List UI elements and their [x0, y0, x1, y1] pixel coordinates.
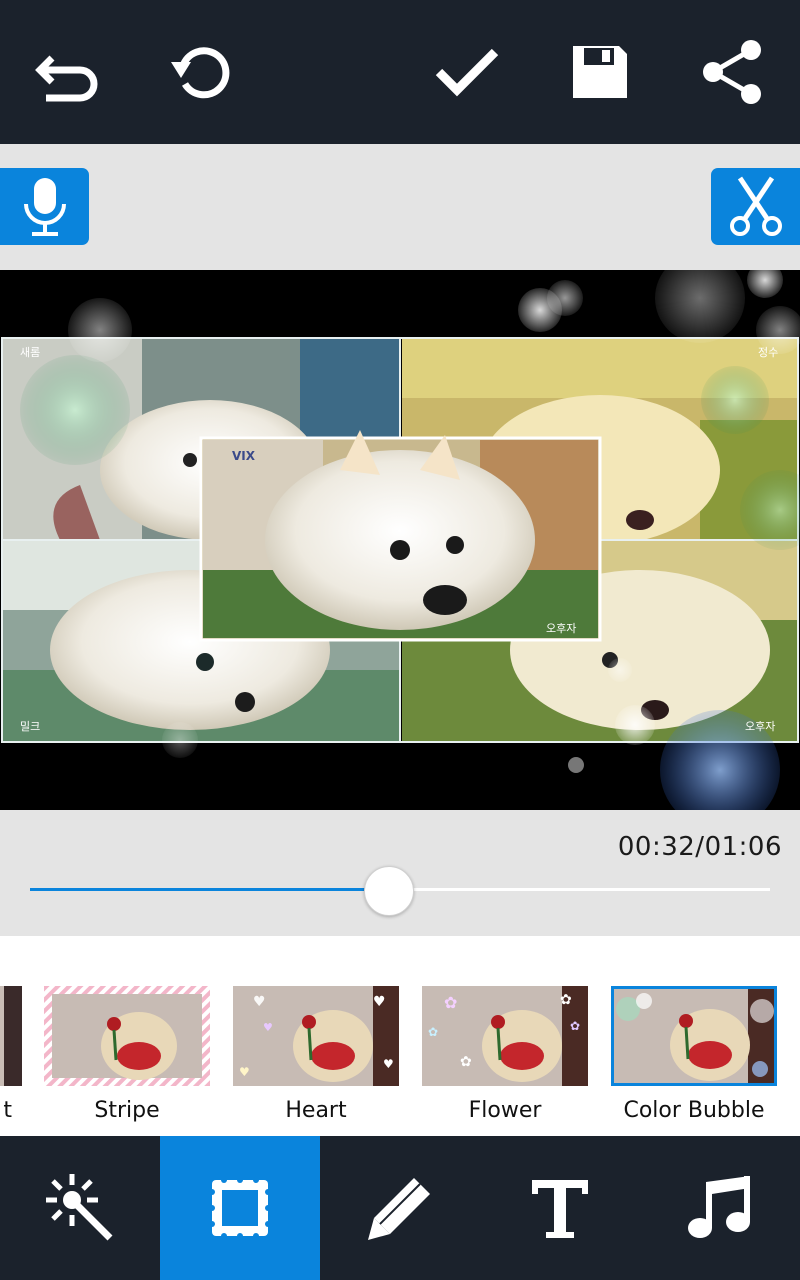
microphone-icon	[23, 177, 66, 236]
frame-thumbnail: ✿ ✿ ✿ ✿ ✿	[422, 986, 588, 1086]
save-icon	[573, 46, 627, 98]
preview-canvas: 새롬 정수 오후자 밀크 오후자 VIX	[1, 270, 800, 810]
frame-label: Flower	[468, 1098, 542, 1123]
frame-item-flower[interactable]: ✿ ✿ ✿ ✿ ✿ Flower	[422, 986, 592, 1123]
time-readout: 00:32/01:06	[617, 832, 782, 862]
tool-row	[0, 144, 800, 270]
frame-thumbnail	[44, 986, 210, 1086]
frame-label: t	[3, 1098, 12, 1123]
confirm-button[interactable]	[431, 36, 503, 108]
seek-bar-progress	[30, 888, 389, 891]
preview-center-tile	[199, 430, 602, 642]
frame-thumbnail: ♥ ♥ ♥ ♥ ♥	[233, 986, 399, 1086]
center-tile-label: 오후자	[546, 622, 576, 635]
frame-item-heart[interactable]: ♥ ♥ ♥ ♥ ♥ Heart	[233, 986, 403, 1123]
record-voice-button[interactable]	[0, 168, 89, 245]
tile-label-1: 새롬	[20, 346, 40, 359]
svg-text:♥: ♥	[253, 994, 266, 1010]
text-icon	[532, 1180, 588, 1238]
music-note-icon	[688, 1176, 750, 1238]
frame-item-0[interactable]: t	[0, 986, 26, 1123]
frame-item-color-bubble[interactable]: Color Bubble	[611, 986, 781, 1123]
bottom-nav	[0, 1136, 800, 1280]
frame-label: Color Bubble	[623, 1098, 765, 1123]
reset-icon	[171, 47, 230, 99]
seek-bar-thumb[interactable]	[363, 866, 414, 916]
undo-button[interactable]	[32, 36, 104, 108]
svg-text:♥: ♥	[383, 1057, 394, 1071]
timeline-panel: 00:32/01:06	[0, 810, 800, 936]
tile-label-3: 오후자	[745, 720, 775, 733]
magic-wand-icon	[46, 1174, 113, 1241]
frame-label: Heart	[285, 1098, 347, 1123]
video-preview[interactable]: 새롬 정수 오후자 밀크 오후자 VIX	[0, 270, 800, 810]
share-icon	[703, 40, 761, 104]
svg-text:✿: ✿	[444, 993, 457, 1012]
tile-label-2: 정수	[758, 346, 778, 359]
frame-thumbnail	[0, 986, 22, 1086]
text-tab[interactable]	[480, 1136, 640, 1280]
frame-thumbnail	[611, 986, 777, 1086]
music-tab[interactable]	[640, 1136, 800, 1280]
save-button[interactable]	[564, 36, 636, 108]
undo-icon	[35, 55, 98, 102]
svg-text:♥: ♥	[263, 1021, 273, 1034]
svg-text:✿: ✿	[570, 1019, 580, 1033]
pencil-icon	[368, 1178, 430, 1240]
frame-label: Stripe	[94, 1098, 160, 1123]
frame-icon	[209, 1177, 271, 1239]
share-button[interactable]	[697, 36, 769, 108]
frame-item-stripe[interactable]: Stripe	[44, 986, 214, 1123]
svg-text:✿: ✿	[460, 1054, 472, 1070]
svg-text:✿: ✿	[428, 1025, 438, 1039]
check-icon	[435, 48, 499, 97]
frames-tab[interactable]	[160, 1136, 320, 1280]
svg-text:♥: ♥	[239, 1065, 250, 1079]
effects-tab[interactable]	[0, 1136, 160, 1280]
svg-text:✿: ✿	[560, 992, 572, 1008]
tile-label-4: 밀크	[20, 720, 40, 733]
top-bar	[0, 0, 800, 144]
frame-picker: t Stripe ♥ ♥ ♥ ♥ ♥ Heart ✿ ✿ ✿ ✿ ✿ Flowe…	[0, 936, 800, 1136]
scissors-icon	[729, 176, 782, 236]
watermark: VIX	[232, 449, 256, 463]
reset-button[interactable]	[165, 36, 237, 108]
trim-button[interactable]	[711, 168, 800, 245]
svg-text:♥: ♥	[373, 994, 386, 1010]
draw-tab[interactable]	[320, 1136, 480, 1280]
